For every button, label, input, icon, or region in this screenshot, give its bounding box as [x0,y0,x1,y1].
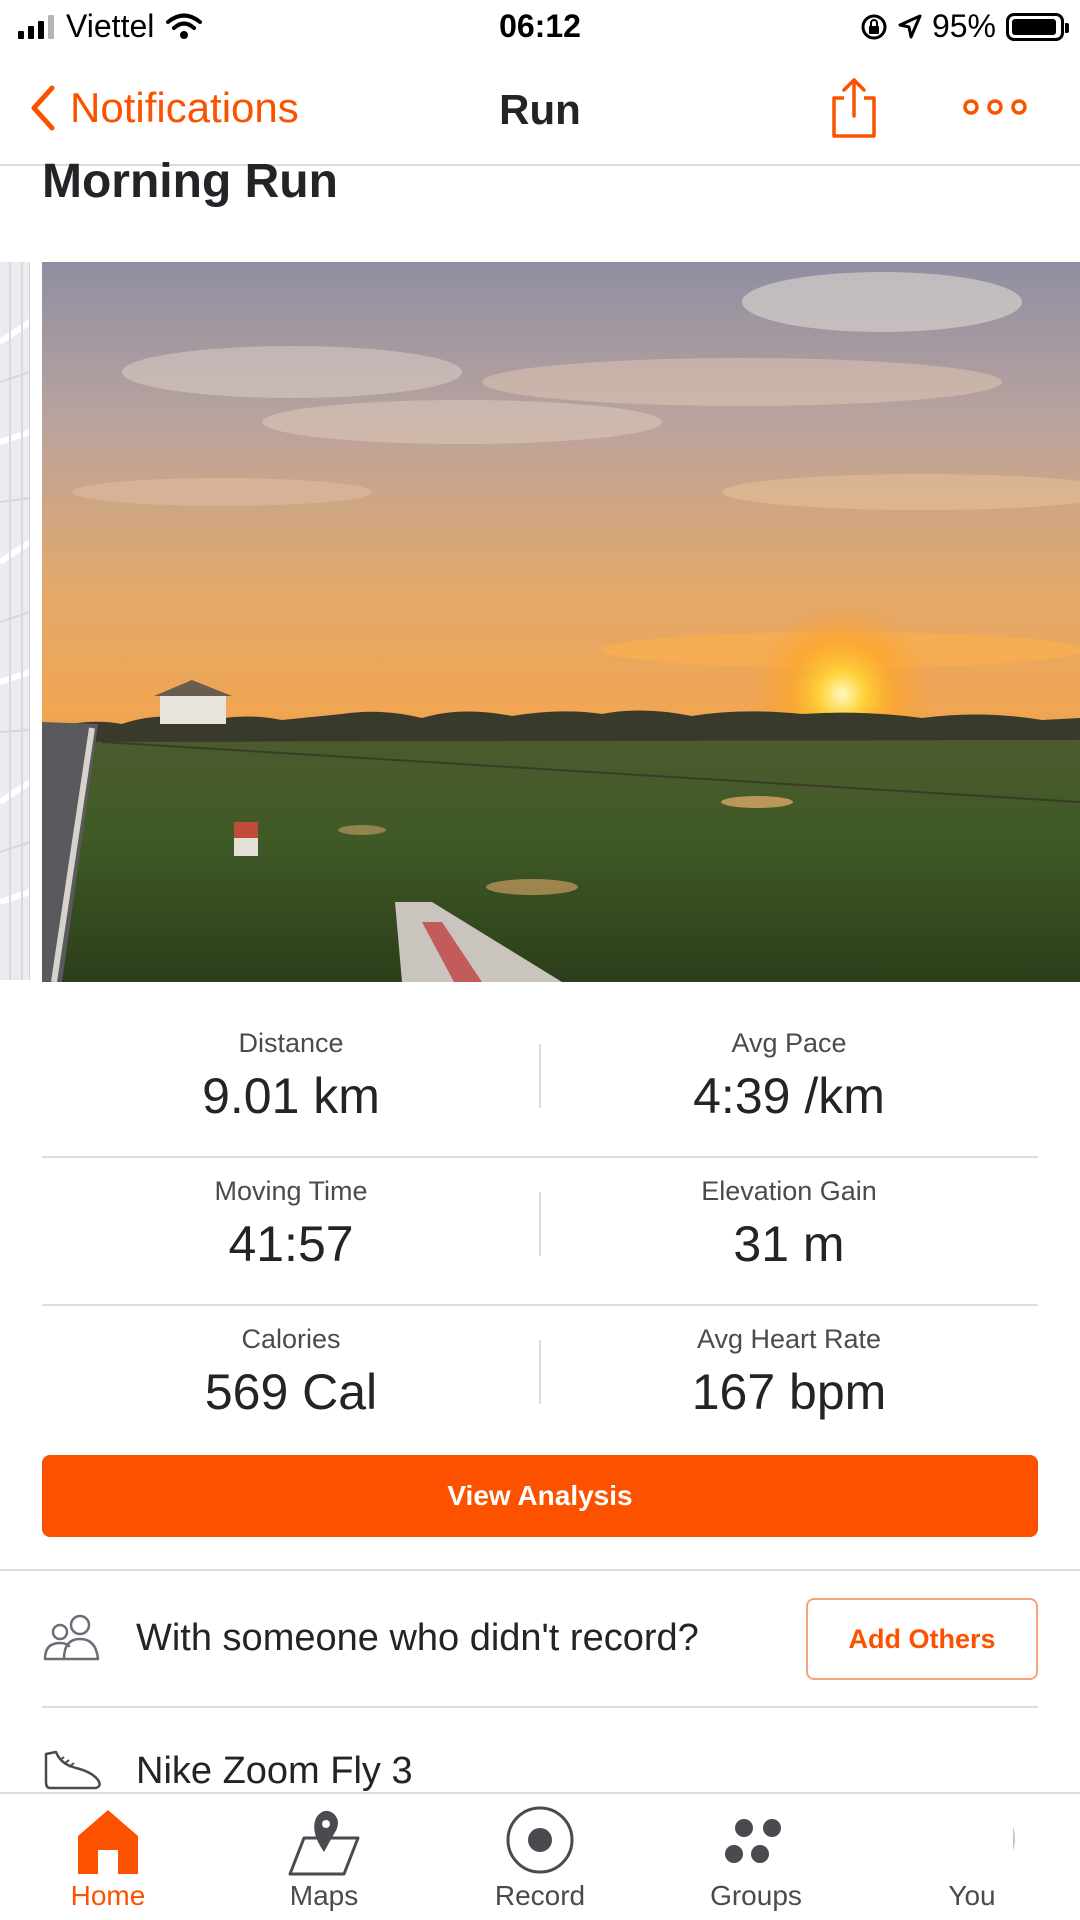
stat-moving-time: Moving Time 41:57 [42,1176,540,1273]
stat-label: Calories [241,1324,341,1354]
activity-title: Morning Run [42,155,338,208]
groups-icon [725,1819,781,1863]
stat-label: Distance [238,1028,344,1058]
battery-icon [1006,12,1069,41]
tab-groups[interactable]: Groups [648,1794,864,1920]
activity-photo[interactable] [42,262,1080,982]
tab-label: Record [494,1880,586,1911]
gear-row[interactable]: Nike Zoom Fly 3 [0,1708,1080,1793]
stat-row: Moving Time 41:57 Elevation Gain 31 m [42,1158,1038,1306]
shoe-icon [44,1750,101,1790]
stat-calories: Calories 569 Cal [42,1324,540,1421]
page-title: Run [499,86,581,133]
tab-label: Home [70,1880,146,1911]
share-icon[interactable] [828,76,880,140]
status-right: 95% [860,8,1069,45]
tab-bar: Home Maps Record Groups You [0,1792,1080,1920]
gear-name: Nike Zoom Fly 3 [136,1750,413,1792]
stat-avg-pace: Avg Pace 4:39 /km [540,1028,1038,1125]
stat-label: Avg Pace [731,1028,847,1058]
stat-value: 4:39 /km [693,1068,885,1124]
people-icon [43,1614,100,1661]
add-others-button[interactable]: Add Others [806,1598,1038,1680]
home-icon [78,1810,138,1874]
stat-value: 31 m [733,1216,845,1272]
with-others-row: With someone who didn't record? Add Othe… [0,1571,1080,1706]
stat-row: Calories 569 Cal Avg Heart Rate 167 bpm [42,1306,1038,1454]
route-map-thumbnail[interactable] [0,262,30,980]
battery-percent: 95% [931,8,996,44]
rotation-lock-icon [861,14,887,39]
tab-maps[interactable]: Maps [216,1794,432,1920]
stat-value: 167 bpm [691,1364,887,1420]
record-icon [506,1806,574,1874]
stat-label: Moving Time [214,1176,368,1206]
stat-elevation-gain: Elevation Gain 31 m [540,1176,1038,1273]
status-bar: Viettel 06:12 95% [0,0,1080,56]
tab-home[interactable]: Home [0,1794,216,1920]
stat-value: 569 Cal [204,1364,378,1420]
maps-icon [288,1810,360,1876]
more-icon[interactable] [960,92,1030,122]
view-analysis-button[interactable]: View Analysis [42,1455,1038,1537]
with-others-text: With someone who didn't record? [136,1617,699,1659]
stat-distance: Distance 9.01 km [42,1028,540,1125]
location-icon [898,14,922,38]
tab-you[interactable]: You [864,1794,1080,1920]
tab-label: You [948,1880,996,1911]
sunrise-photo [42,262,1080,982]
avatar [941,1802,1015,1876]
stat-label: Avg Heart Rate [696,1324,882,1354]
tab-record[interactable]: Record [432,1794,648,1920]
activity-screen: Viettel 06:12 95% Notifications Run Morn… [0,0,1080,1920]
tab-label: Groups [710,1880,802,1911]
nav-bar: Notifications Run [0,56,1080,166]
stat-avg-heart-rate: Avg Heart Rate 167 bpm [540,1324,1038,1421]
map-graphic [0,262,29,980]
stat-value: 9.01 km [202,1068,380,1124]
stat-value: 41:57 [228,1216,354,1272]
tab-label: Maps [289,1880,359,1911]
stat-label: Elevation Gain [701,1176,877,1206]
stats-grid: Distance 9.01 km Avg Pace 4:39 /km Movin… [42,1010,1038,1454]
stat-row: Distance 9.01 km Avg Pace 4:39 /km [42,1010,1038,1158]
